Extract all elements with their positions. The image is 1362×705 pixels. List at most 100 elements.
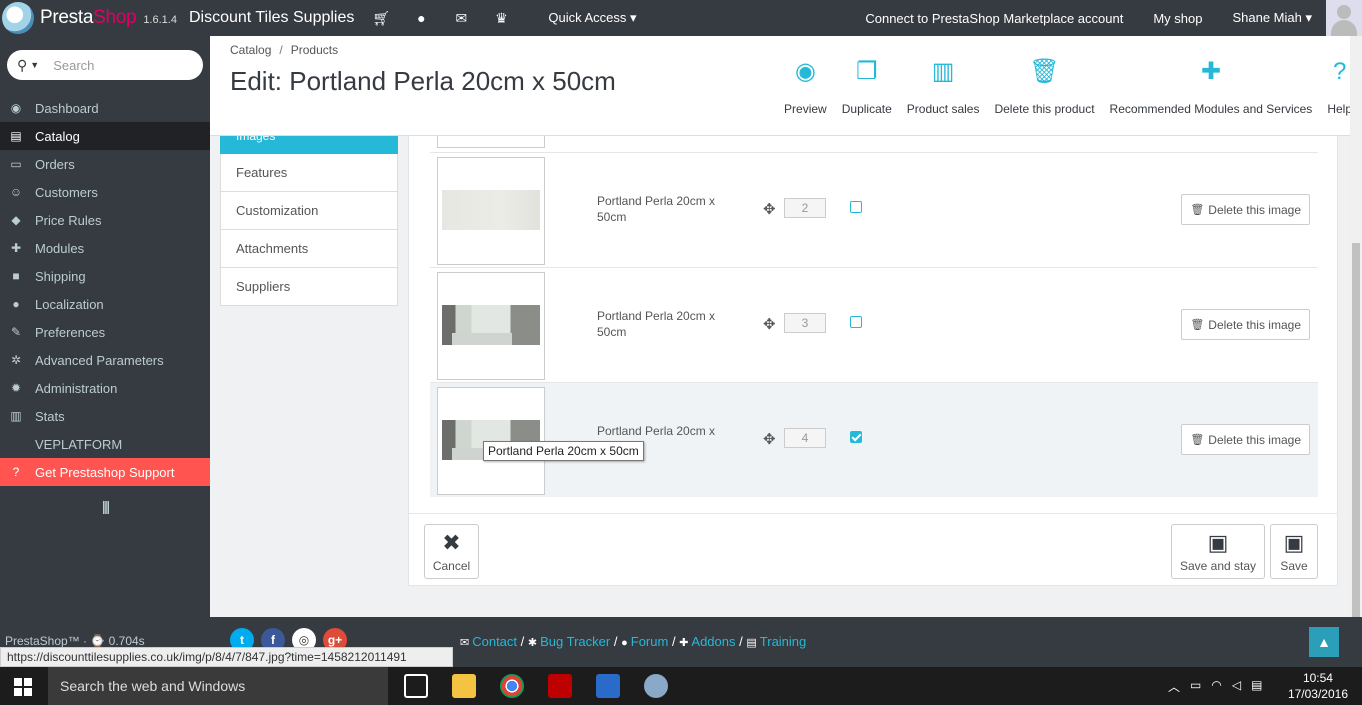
sidebar-item-shipping[interactable]: ■ Shipping: [0, 262, 210, 290]
sidebar-item-catalog[interactable]: ▤ Catalog: [0, 122, 210, 150]
tags-icon: ◆: [11, 213, 21, 227]
quick-access-dropdown[interactable]: Quick Access ▾: [548, 10, 636, 26]
delete-image-button[interactable]: 🗑 Delete this image: [1181, 309, 1310, 340]
collapse-menu-icon[interactable]: ||||: [0, 498, 210, 514]
comments-icon: ●: [621, 637, 628, 649]
sidebar-item-veplatform[interactable]: VEPLATFORM: [0, 430, 210, 458]
page-scrollbar[interactable]: [1350, 36, 1362, 667]
my-shop-link[interactable]: My shop: [1153, 11, 1202, 26]
product-sales-button[interactable]: ▥ Product sales: [907, 58, 980, 116]
cover-checkbox[interactable]: [850, 316, 862, 328]
forum-link[interactable]: Forum: [631, 634, 669, 649]
chevron-down-icon[interactable]: ▼: [30, 60, 39, 70]
training-link[interactable]: Training: [760, 634, 806, 649]
cover-checkbox[interactable]: [850, 201, 862, 213]
search-icon[interactable]: ⚲: [17, 57, 27, 74]
position-field: 3: [784, 313, 826, 333]
task-view-icon[interactable]: [404, 674, 428, 698]
contact-link[interactable]: Contact: [472, 634, 517, 649]
sidebar-item-administration[interactable]: ✹ Administration: [0, 374, 210, 402]
sidebar-item-support[interactable]: ? Get Prestashop Support: [0, 458, 210, 486]
user-icon[interactable]: ●: [412, 10, 430, 26]
wifi-icon[interactable]: ◠: [1211, 678, 1221, 695]
filezilla-icon[interactable]: [548, 674, 572, 698]
page-header: Catalog / Products Edit: Portland Perla 20…: [210, 36, 1362, 136]
toolbar: ◉ Preview ❐ Duplicate ▥ Product sales 🗑 Dele…: [769, 58, 1352, 116]
sidebar-item-localization[interactable]: ● Localization: [0, 290, 210, 318]
save-icon: ▣: [1207, 529, 1229, 555]
shop-name[interactable]: Discount Tiles Supplies: [189, 9, 354, 27]
app-icon[interactable]: [596, 674, 620, 698]
image-thumbnail[interactable]: [437, 272, 545, 380]
move-icon[interactable]: ✥: [763, 200, 776, 218]
move-icon[interactable]: ✥: [763, 315, 776, 333]
sidebar-menu: ◉ Dashboard ▤ Catalog ▭ Orders ☺ Customers ◆…: [0, 94, 210, 486]
user-menu[interactable]: Shane Miah ▾: [1232, 10, 1312, 26]
bug-icon: ✱: [527, 637, 538, 649]
tab-images[interactable]: Images: [220, 136, 398, 154]
sidebar-item-modules[interactable]: ✚ Modules: [0, 234, 210, 262]
search-box[interactable]: ⚲ ▼ Search: [7, 50, 203, 80]
cover-checkbox[interactable]: [850, 431, 862, 443]
breadcrumb-catalog[interactable]: Catalog: [230, 43, 271, 57]
chrome-icon[interactable]: [500, 674, 524, 698]
save-button[interactable]: ▣ Save: [1270, 524, 1318, 579]
avatar[interactable]: [1326, 0, 1362, 36]
file-explorer-icon[interactable]: [452, 674, 476, 698]
bar-chart-icon: ▥: [931, 58, 955, 85]
save-and-stay-button[interactable]: ▣ Save and stay: [1171, 524, 1265, 579]
save-icon: ▣: [1283, 529, 1305, 555]
addons-link[interactable]: Addons: [691, 634, 735, 649]
clock[interactable]: 10:54 17/03/2016: [1288, 670, 1348, 702]
taskbar-search[interactable]: Search the web and Windows: [48, 667, 388, 705]
preview-button[interactable]: ◉ Preview: [784, 58, 827, 116]
close-icon: ✖: [442, 529, 461, 555]
duplicate-button[interactable]: ❐ Duplicate: [842, 58, 892, 116]
taskbar-apps: [404, 674, 668, 698]
trash-icon: 🗑: [1190, 434, 1205, 446]
delete-product-button[interactable]: 🗑 Delete this product: [994, 58, 1094, 116]
product-tabs: Images Features Customization Attachment…: [220, 136, 398, 306]
sidebar-item-advanced-parameters[interactable]: ✲ Advanced Parameters: [0, 346, 210, 374]
delete-image-button[interactable]: 🗑 Delete this image: [1181, 194, 1310, 225]
paint-icon[interactable]: [644, 674, 668, 698]
prestashop-logo[interactable]: PrestaShop 1.6.1.4: [0, 0, 177, 36]
cart-icon[interactable]: 🛒︎: [372, 10, 390, 26]
sidebar-item-preferences[interactable]: ✎ Preferences: [0, 318, 210, 346]
sidebar-item-customers[interactable]: ☺ Customers: [0, 178, 210, 206]
tab-customization[interactable]: Customization: [220, 192, 398, 230]
tab-suppliers[interactable]: Suppliers: [220, 268, 398, 306]
scrollbar-thumb[interactable]: [1352, 243, 1360, 659]
trophy-icon[interactable]: ♛: [492, 10, 510, 26]
images-panel: Portland Perla 20cm x 50cm ✥ 2 🗑 Delete t…: [408, 136, 1338, 586]
sidebar-item-price-rules[interactable]: ◆ Price Rules: [0, 206, 210, 234]
credit-card-icon: ▭: [10, 157, 22, 171]
move-icon[interactable]: ✥: [763, 430, 776, 448]
cancel-button[interactable]: ✖ Cancel: [424, 524, 479, 579]
tab-features[interactable]: Features: [220, 154, 398, 192]
dashboard-icon: ◉: [10, 101, 22, 115]
question-icon: ?: [12, 465, 20, 479]
breadcrumb-products[interactable]: Products: [291, 43, 338, 57]
puzzle-icon: ✚: [1200, 58, 1221, 85]
battery-icon[interactable]: ▭: [1190, 678, 1201, 695]
volume-icon[interactable]: ◁: [1232, 678, 1241, 695]
chevron-up-icon[interactable]: ︿: [1168, 678, 1180, 695]
search-input[interactable]: Search: [53, 58, 94, 73]
help-button[interactable]: ? Help: [1327, 58, 1352, 116]
bug-tracker-link[interactable]: Bug Tracker: [540, 634, 610, 649]
scroll-top-button[interactable]: ▲: [1309, 627, 1339, 657]
delete-image-button[interactable]: 🗑 Delete this image: [1181, 424, 1310, 455]
sidebar-item-orders[interactable]: ▭ Orders: [0, 150, 210, 178]
image-legend: Portland Perla 20cm x: [597, 424, 716, 438]
windows-start-icon[interactable]: [14, 678, 32, 696]
sidebar-item-dashboard[interactable]: ◉ Dashboard: [0, 94, 210, 122]
gear-icon: ✹: [10, 381, 22, 395]
sidebar-item-stats[interactable]: ▥ Stats: [0, 402, 210, 430]
marketplace-link[interactable]: Connect to PrestaShop Marketplace accoun…: [865, 11, 1123, 26]
image-thumbnail[interactable]: [437, 157, 545, 265]
notifications-icon[interactable]: ▤: [1251, 678, 1262, 695]
tab-attachments[interactable]: Attachments: [220, 230, 398, 268]
recommended-modules-button[interactable]: ✚ Recommended Modules and Services: [1110, 58, 1313, 116]
envelope-icon[interactable]: ✉: [452, 10, 470, 26]
